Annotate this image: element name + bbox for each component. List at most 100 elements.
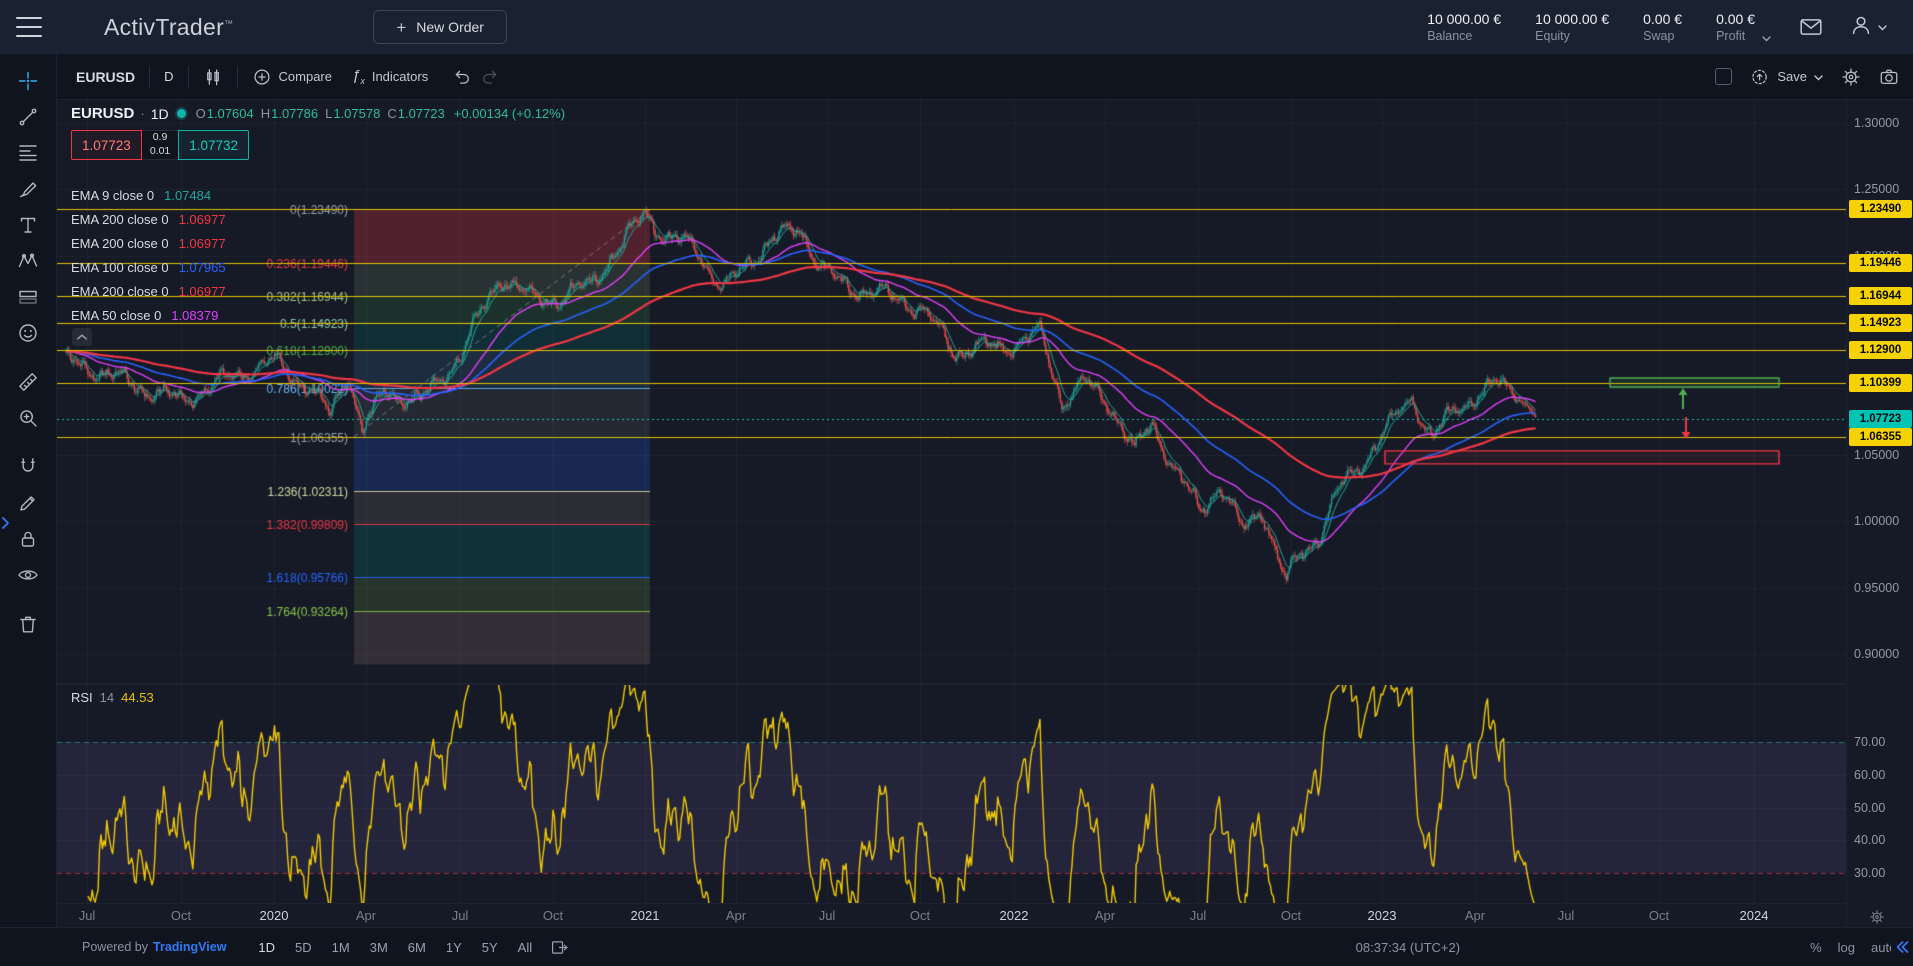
price-alert-badge[interactable]: 1.16944: [1849, 287, 1912, 305]
position-tool-icon[interactable]: [10, 279, 46, 315]
profit-stat[interactable]: 0.00 € Profit: [1716, 11, 1771, 43]
fibonacci-tool-icon[interactable]: [10, 135, 46, 171]
price-alert-badge[interactable]: 1.10399: [1849, 374, 1912, 392]
indicator-value: 1.06977: [179, 212, 226, 227]
trademark: ™: [224, 18, 233, 28]
indicator-legend-list: EMA 9 close 01.07484 EMA 200 close 0 1.069…: [71, 183, 226, 327]
percent-scale-toggle[interactable]: %: [1810, 940, 1822, 955]
range-button-All[interactable]: All: [510, 937, 540, 958]
main-chart-canvas[interactable]: [57, 99, 1846, 683]
range-button-5Y[interactable]: 5Y: [474, 937, 506, 958]
range-button-5D[interactable]: 5D: [287, 937, 320, 958]
balance-label: Balance: [1427, 29, 1501, 43]
time-label: 2023: [1368, 904, 1397, 928]
ruler-tool-icon[interactable]: [10, 364, 46, 400]
trash-tool-icon[interactable]: [10, 606, 46, 642]
settings-gear-icon[interactable]: [1841, 67, 1861, 87]
ask-price[interactable]: 1.07732: [178, 130, 249, 160]
time-label: Jul: [819, 904, 836, 928]
price-alert-badge[interactable]: 1.06355: [1849, 428, 1912, 446]
chart-type-icon[interactable]: [203, 67, 223, 87]
clock-label[interactable]: 08:37:34 (UTC+2): [1356, 940, 1460, 955]
crosshair-tool-icon[interactable]: [10, 63, 46, 99]
profit-value: 0.00 €: [1716, 11, 1755, 27]
rsi-scale-label: 50.00: [1854, 800, 1885, 816]
time-label: Apr: [1095, 904, 1115, 928]
bid-price[interactable]: 1.07723: [71, 130, 142, 160]
indicator-legend-row[interactable]: EMA 100 close 01.07965: [71, 255, 226, 279]
divider: [188, 66, 189, 88]
log-scale-toggle[interactable]: log: [1838, 940, 1855, 955]
bid-ask-widget[interactable]: 1.07723 0.9 0.01 1.07732: [71, 130, 249, 160]
price-alert-badge[interactable]: 1.12900: [1849, 341, 1912, 359]
price-axis[interactable]: 1.300001.250001.200001.050001.000000.950…: [1846, 99, 1913, 928]
draw-tool-icon[interactable]: [10, 485, 46, 521]
indicator-legend-row[interactable]: EMA 9 close 01.07484: [71, 183, 226, 207]
range-button-6M[interactable]: 6M: [400, 937, 434, 958]
range-button-3M[interactable]: 3M: [362, 937, 396, 958]
range-button-1Y[interactable]: 1Y: [438, 937, 470, 958]
price-label: 1.30000: [1854, 115, 1899, 131]
chevron-down-icon[interactable]: [1762, 29, 1771, 47]
menu-icon[interactable]: [16, 17, 42, 37]
account-menu[interactable]: [1849, 13, 1887, 42]
brush-tool-icon[interactable]: [10, 171, 46, 207]
auto-scale-toggle[interactable]: auto: [1871, 940, 1891, 955]
range-button-1M[interactable]: 1M: [324, 937, 358, 958]
price-alert-badge[interactable]: 1.14923: [1849, 314, 1912, 332]
indicator-name: EMA 100 close 0: [71, 260, 169, 275]
time-label: Oct: [1649, 904, 1669, 928]
collapse-indicators-button[interactable]: [72, 328, 92, 346]
save-button[interactable]: Save: [1750, 67, 1823, 87]
new-order-label: New Order: [416, 19, 484, 35]
zoom-tool-icon[interactable]: [10, 400, 46, 436]
time-axis[interactable]: JulOct2020AprJulOct2021AprJulOct2022AprJ…: [57, 903, 1846, 929]
time-label: 2024: [1740, 904, 1769, 928]
rsi-pane-canvas[interactable]: [57, 685, 1846, 903]
powered-by-label: Powered by: [82, 940, 148, 954]
collapse-panel-chevrons-icon[interactable]: [1894, 939, 1911, 955]
user-icon: [1849, 13, 1873, 42]
rsi-scale-label: 70.00: [1854, 734, 1885, 750]
compare-button[interactable]: Compare: [252, 67, 332, 87]
magnet-tool-icon[interactable]: [10, 449, 46, 485]
indicators-button[interactable]: ƒx Indicators: [352, 67, 428, 86]
current-price-badge[interactable]: 1.07723: [1849, 410, 1912, 428]
indicator-legend-row[interactable]: EMA 200 close 01.06977: [71, 231, 226, 255]
eye-tool-icon[interactable]: [10, 557, 46, 593]
go-to-date-icon[interactable]: [550, 938, 569, 957]
emoji-tool-icon[interactable]: [10, 315, 46, 351]
indicator-legend-row[interactable]: EMA 200 close 0 1.06977: [71, 279, 226, 303]
tradingview-link[interactable]: TradingView: [153, 940, 226, 954]
time-label: Apr: [1465, 904, 1485, 928]
redo-icon[interactable]: [480, 67, 500, 87]
save-label: Save: [1777, 69, 1807, 84]
price-alert-badge[interactable]: 1.19446: [1849, 254, 1912, 272]
trendline-tool-icon[interactable]: [10, 99, 46, 135]
range-button-1D[interactable]: 1D: [250, 937, 283, 958]
mail-icon[interactable]: [1799, 15, 1823, 39]
interval-button[interactable]: D: [164, 69, 173, 84]
indicator-legend-row[interactable]: EMA 200 close 01.06977: [71, 207, 226, 231]
new-order-button[interactable]: + New Order: [373, 10, 507, 44]
lock-tool-icon[interactable]: [10, 521, 46, 557]
pattern-tool-icon[interactable]: [10, 243, 46, 279]
time-label: Apr: [356, 904, 376, 928]
panel-expand-chevron-icon[interactable]: [0, 513, 11, 533]
time-label: Apr: [726, 904, 746, 928]
compare-label: Compare: [279, 69, 332, 84]
text-tool-icon[interactable]: [10, 207, 46, 243]
screenshot-camera-icon[interactable]: [1879, 67, 1899, 87]
indicator-name: EMA 9 close 0: [71, 188, 154, 203]
indicator-value: 1.06977: [179, 284, 226, 299]
bottom-bar: Powered by TradingView 1D5D1M3M6M1Y5YAll…: [0, 927, 1913, 966]
undo-icon[interactable]: [452, 67, 472, 87]
divider: [149, 66, 150, 88]
commission-value: 0.01: [150, 145, 170, 159]
multichart-checkbox[interactable]: [1715, 68, 1732, 85]
rsi-scale-label: 30.00: [1854, 865, 1885, 881]
indicator-legend-row[interactable]: EMA 50 close 01.08379: [71, 303, 226, 327]
symbol-button[interactable]: EURUSD: [76, 69, 135, 85]
price-alert-badge[interactable]: 1.23490: [1849, 200, 1912, 218]
indicator-name: EMA 200 close 0: [71, 284, 169, 299]
